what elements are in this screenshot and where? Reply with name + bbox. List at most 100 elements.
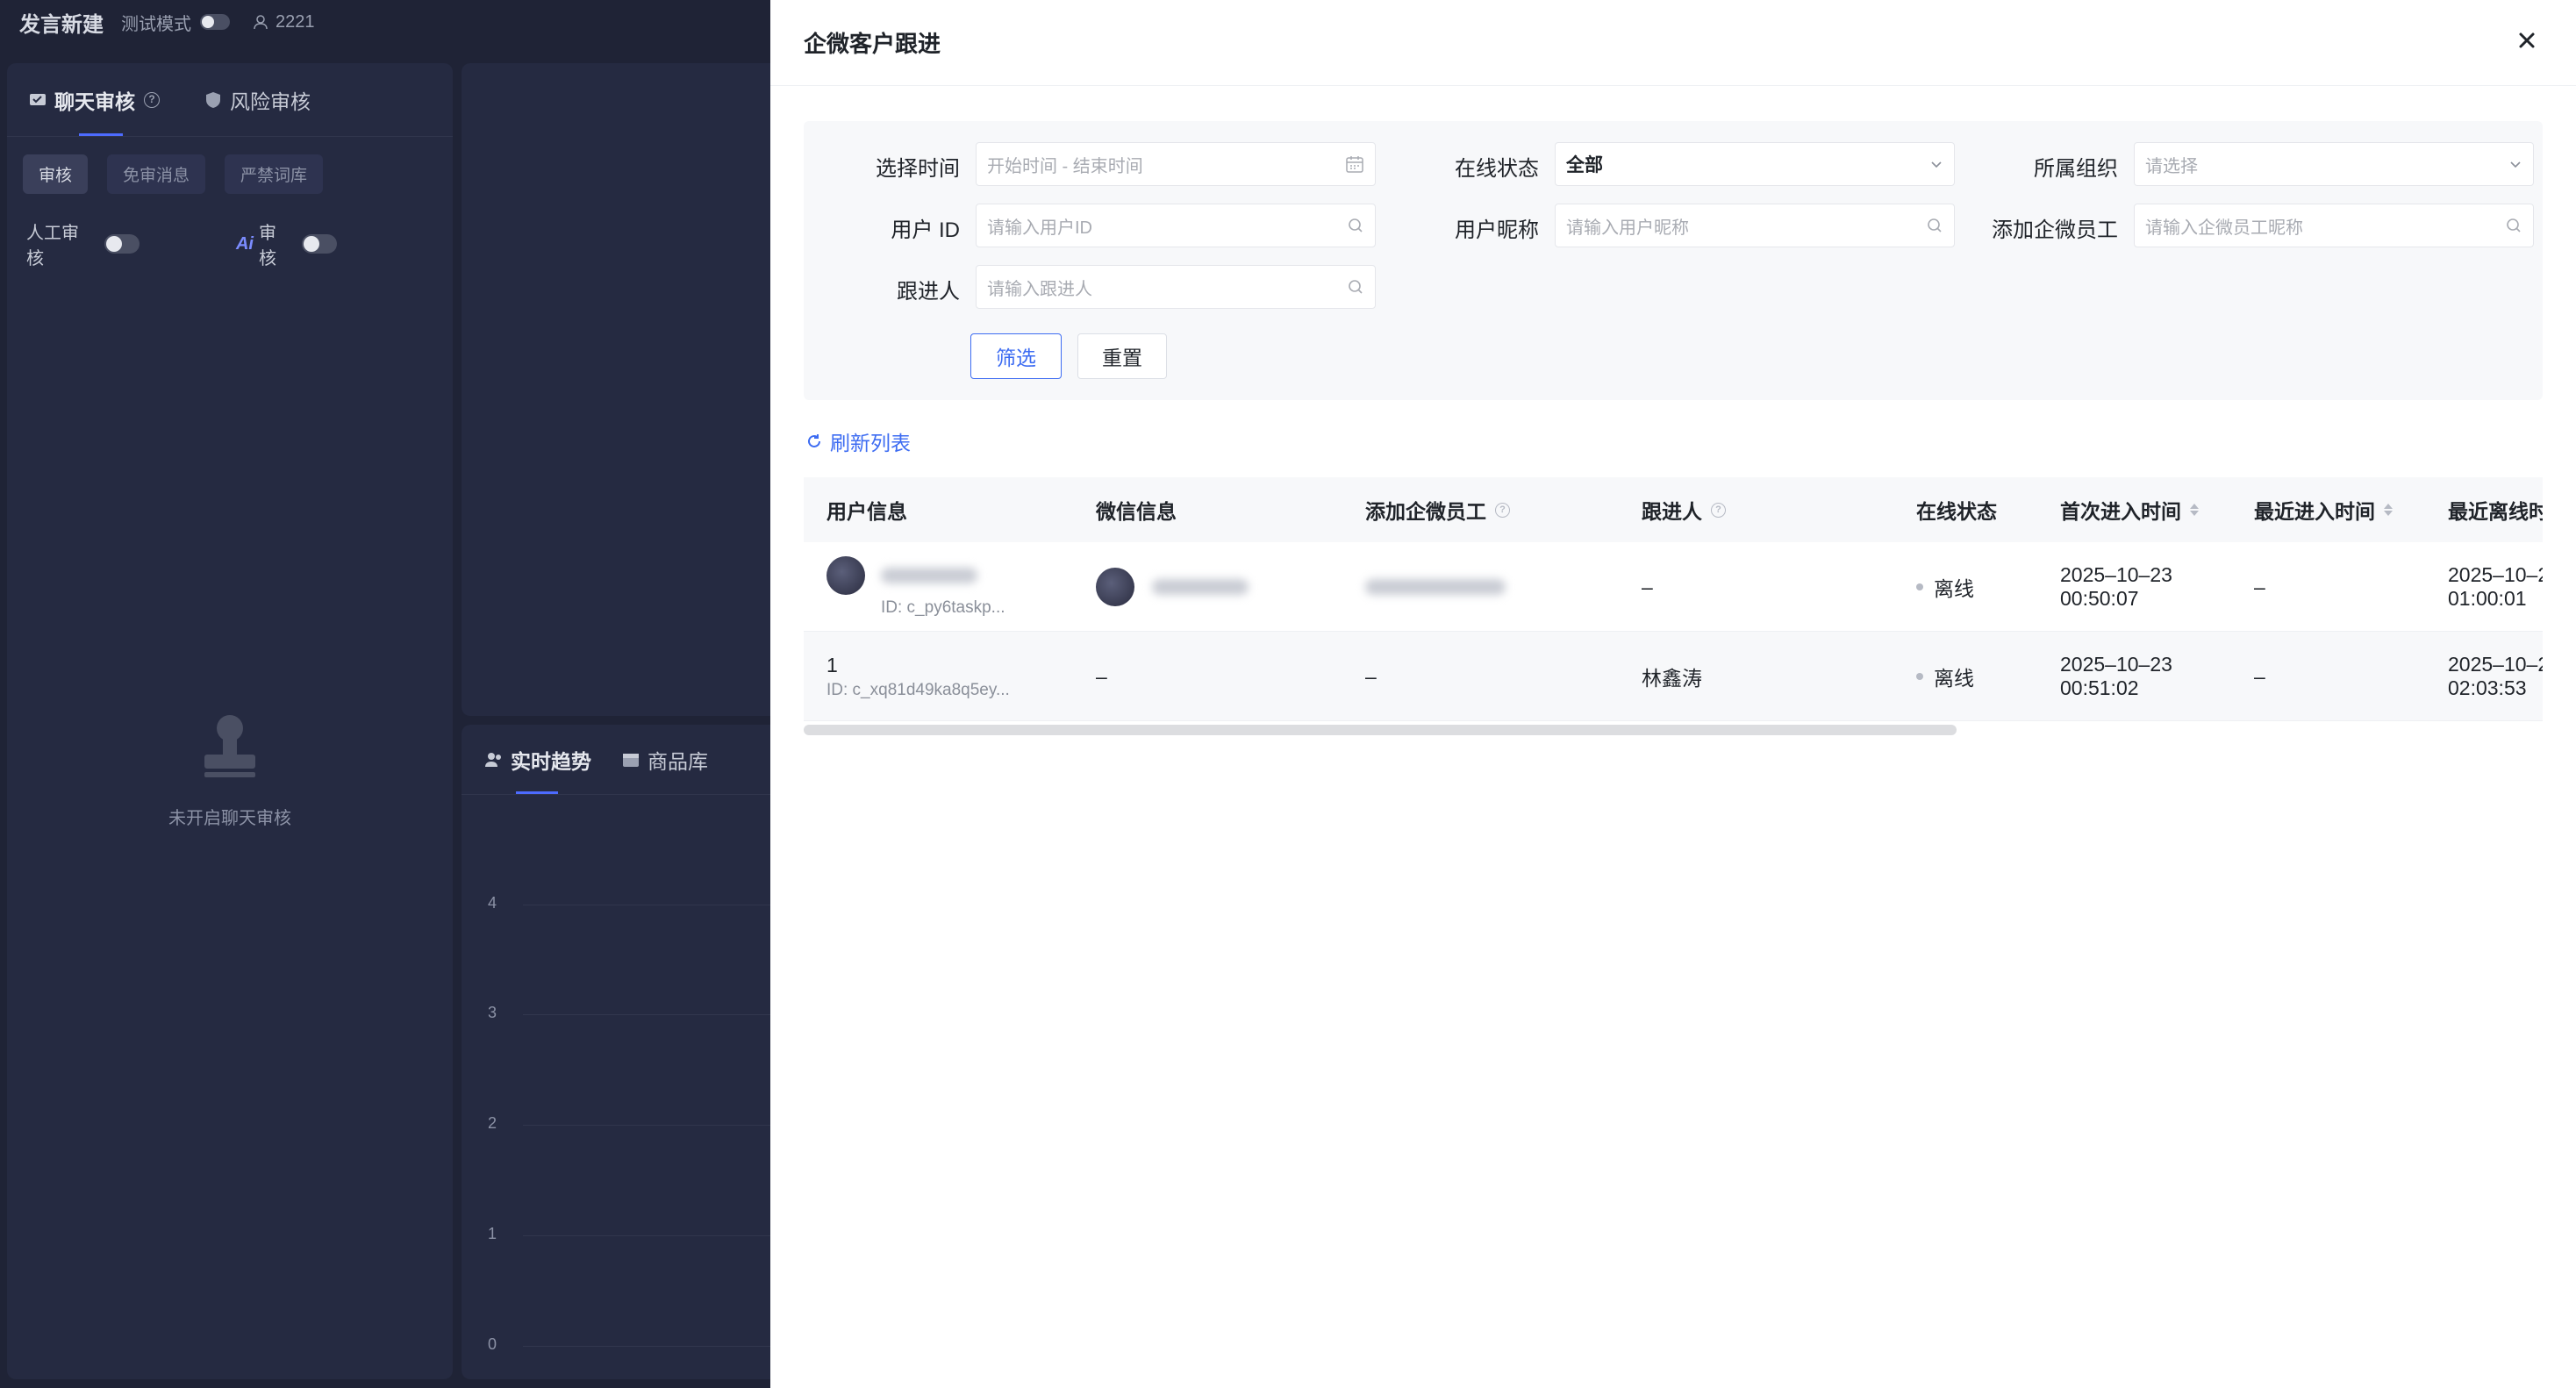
help-icon[interactable]: ? — [1711, 502, 1726, 518]
user-icon — [254, 15, 268, 30]
top-bar: 发言新建 测试模式 2221 — [0, 0, 772, 44]
user-id-input[interactable]: 请输入用户ID — [976, 204, 1376, 247]
staff-input[interactable]: 请输入企微员工昵称 — [2134, 204, 2534, 247]
close-icon — [2519, 32, 2535, 48]
column-header-label: 添加企微员工 — [1365, 500, 1486, 523]
horizontal-scrollbar[interactable] — [804, 725, 2543, 737]
staff-cell: – — [1365, 664, 1377, 688]
column-header-label: 用户信息 — [826, 500, 907, 523]
test-mode-toggle[interactable] — [200, 14, 230, 30]
subtab-review[interactable]: 审核 — [23, 154, 89, 194]
org-select[interactable]: 请选择 — [2134, 142, 2534, 186]
search-icon — [1928, 218, 1942, 233]
wechat-info-cell: – — [1096, 664, 1107, 688]
scrollbar-thumb[interactable] — [804, 725, 1957, 735]
table-row[interactable]: ID: c_py6taskp... – 离线 2025–10–23 00:50:… — [804, 542, 2543, 632]
nickname-input[interactable]: 请输入用户昵称 — [1555, 204, 1955, 247]
customer-table: 用户信息 微信信息 添加企微员工? 跟进人? 在线状态 首次进入时间 最近进入时… — [804, 477, 2543, 741]
avatar — [826, 556, 865, 595]
staff-placeholder: 请输入企微员工昵称 — [2145, 218, 2303, 238]
tab-product-library[interactable]: 商品库 — [621, 745, 708, 775]
nickname-placeholder: 请输入用户昵称 — [1566, 218, 1689, 238]
y-tick: 4 — [488, 894, 497, 912]
online-status-select[interactable]: 全部 — [1555, 142, 1955, 186]
gridline — [523, 1346, 777, 1347]
chevron-down-icon — [2510, 161, 2521, 168]
user-id-placeholder: 请输入用户ID — [987, 218, 1092, 238]
manual-review-toggle[interactable] — [104, 234, 140, 254]
follower-input[interactable]: 请输入跟进人 — [976, 265, 1376, 309]
close-button[interactable] — [2511, 25, 2543, 56]
refresh-list-button[interactable]: 刷新列表 — [805, 426, 911, 456]
tab-risk-review-label: 风险审核 — [230, 89, 311, 113]
filter-button[interactable]: 筛选 — [970, 333, 1062, 379]
online-status-value: 全部 — [1566, 155, 1603, 175]
column-header-first-entry[interactable]: 首次进入时间 — [2060, 477, 2199, 542]
column-header-user-info: 用户信息 — [826, 477, 907, 542]
user-id-text: ID: c_xq81d49ka8q5ey... — [826, 680, 1010, 699]
subtab-exempt-messages[interactable]: 免审消息 — [107, 154, 206, 194]
recent-offline-date: 2025–10–2 — [2448, 563, 2543, 586]
follower-placeholder: 请输入跟进人 — [987, 279, 1092, 299]
column-header-label: 最近进入时间 — [2254, 500, 2375, 523]
chat-review-panel: 聊天审核 ? 风险审核 审核 免审消息 严禁词库 人工审核 Ai 审核 未开启聊… — [7, 63, 453, 1379]
column-header-recent-entry[interactable]: 最近进入时间 — [2254, 477, 2393, 542]
time-range-picker[interactable]: 开始时间 - 结束时间 — [976, 142, 1376, 186]
org-label: 所属组织 — [2034, 157, 2118, 181]
user-id-label: 用户 ID — [891, 218, 960, 242]
calendar-icon — [1346, 156, 1363, 173]
user-info-main — [826, 556, 1005, 595]
status-badge: 离线 — [1916, 662, 1974, 691]
empty-state-text: 未开启聊天审核 — [168, 809, 291, 828]
table-row[interactable]: 1 ID: c_xq81d49ka8q5ey... – – 林鑫涛 离线 202… — [804, 632, 2543, 721]
first-entry-time: 00:50:07 — [2060, 587, 2139, 610]
sort-icon[interactable] — [2384, 504, 2393, 516]
wechat-info-cell — [1096, 542, 1249, 632]
first-entry-date: 2025–10–23 — [2060, 653, 2172, 676]
column-header-label: 首次进入时间 — [2060, 500, 2181, 523]
empty-state: 未开启聊天审核 — [7, 712, 453, 829]
user-info-cell: ID: c_py6taskp... — [826, 542, 1005, 632]
first-entry-cell: 2025–10–23 00:50:07 — [2060, 542, 2172, 632]
column-header-label: 在线状态 — [1916, 500, 1997, 523]
column-header-follower: 跟进人? — [1642, 477, 1726, 542]
recent-offline-cell: 2025–10–2 01:00:01 — [2448, 542, 2543, 632]
status-text: 离线 — [1934, 667, 1974, 690]
staff-cell — [1365, 542, 1506, 632]
sort-icon[interactable] — [2190, 504, 2199, 516]
gridline — [523, 1125, 777, 1126]
column-header-staff: 添加企微员工? — [1365, 477, 1510, 542]
chevron-down-icon — [1931, 161, 1942, 168]
reset-button[interactable]: 重置 — [1077, 333, 1167, 379]
ai-review-toggle-row: Ai 审核 — [236, 218, 337, 269]
recent-entry-cell: – — [2254, 575, 2265, 598]
status-cell: 离线 — [1916, 632, 1974, 721]
y-tick: 3 — [488, 1004, 497, 1021]
gridline — [523, 1235, 777, 1236]
shield-icon — [206, 91, 220, 108]
recent-offline-date: 2025–10–2 — [2448, 653, 2543, 676]
manual-review-toggle-row: 人工审核 — [26, 218, 140, 269]
refresh-list-label: 刷新列表 — [830, 432, 911, 454]
column-header-label: 微信信息 — [1096, 500, 1177, 523]
help-icon[interactable]: ? — [1495, 502, 1510, 518]
tab-risk-review[interactable]: 风险审核 — [204, 85, 311, 115]
chat-review-icon — [30, 93, 46, 105]
first-entry-date: 2025–10–23 — [2060, 563, 2172, 586]
staff-label: 添加企微员工 — [1992, 218, 2118, 242]
box-icon — [623, 753, 639, 767]
refresh-icon — [808, 434, 820, 447]
review-tabs: 聊天审核 ? 风险审核 — [7, 63, 453, 137]
column-header-wechat-info: 微信信息 — [1096, 477, 1177, 542]
tab-realtime-trend[interactable]: 实时趋势 — [484, 745, 591, 775]
follower-cell: 林鑫涛 — [1642, 667, 1702, 690]
table-header: 用户信息 微信信息 添加企微员工? 跟进人? 在线状态 首次进入时间 最近进入时… — [804, 477, 2543, 542]
help-icon[interactable]: ? — [144, 91, 160, 108]
subtab-banned-words[interactable]: 严禁词库 — [225, 154, 324, 194]
user-count: 2221 — [275, 11, 315, 32]
time-filter-label: 选择时间 — [876, 157, 960, 181]
ai-review-toggle[interactable] — [302, 234, 337, 254]
test-mode-label: 测试模式 — [121, 14, 191, 34]
gridline — [523, 1014, 777, 1015]
tab-chat-review[interactable]: 聊天审核 ? — [28, 85, 160, 115]
